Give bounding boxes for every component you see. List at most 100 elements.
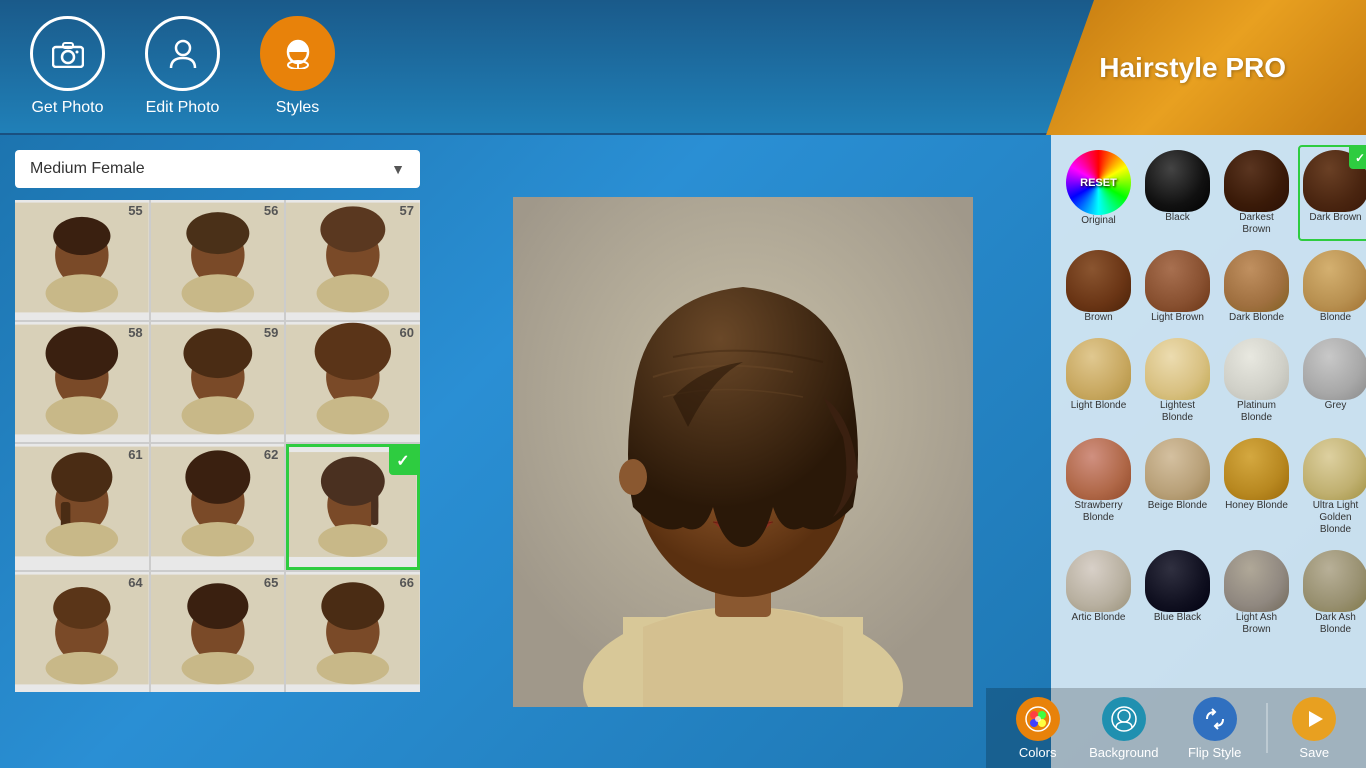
style-cell-60[interactable]: 60 bbox=[286, 322, 420, 442]
style-cell-62[interactable]: 62 bbox=[151, 444, 285, 570]
styles-panel: Medium Female ▼ 55 bbox=[0, 135, 435, 768]
nav-styles[interactable]: Styles bbox=[260, 16, 335, 117]
styles-grid: 55 56 57 bbox=[15, 200, 420, 692]
style-num-66: 66 bbox=[400, 575, 414, 590]
flip-style-label: Flip Style bbox=[1188, 745, 1241, 760]
swatch-label-platinum: Platinum Blonde bbox=[1224, 400, 1289, 424]
swatch-label-grey: Grey bbox=[1325, 400, 1347, 412]
save-label: Save bbox=[1299, 745, 1329, 760]
color-swatch-platinum[interactable]: Platinum Blonde bbox=[1219, 333, 1294, 429]
swatch-label-light-ash: Light Ash Brown bbox=[1224, 612, 1289, 636]
style-num-62: 62 bbox=[264, 447, 278, 462]
main-content: Medium Female ▼ 55 bbox=[0, 135, 1366, 768]
swatch-label-original: Original bbox=[1081, 215, 1115, 227]
style-num-64: 64 bbox=[128, 575, 142, 590]
colors-label: Colors bbox=[1019, 745, 1057, 760]
style-cell-58[interactable]: 58 bbox=[15, 322, 149, 442]
styles-label: Styles bbox=[276, 99, 320, 117]
style-cell-64[interactable]: 64 bbox=[15, 572, 149, 692]
style-num-59: 59 bbox=[264, 325, 278, 340]
color-swatch-brown[interactable]: Brown bbox=[1061, 245, 1136, 329]
color-swatch-original[interactable]: RESET Original bbox=[1061, 145, 1136, 241]
color-swatch-artic-blonde[interactable]: Artic Blonde bbox=[1061, 545, 1136, 641]
style-cell-55[interactable]: 55 bbox=[15, 200, 149, 320]
brand-title: Hairstyle PRO bbox=[1099, 52, 1286, 84]
reset-text: RESET bbox=[1080, 177, 1117, 189]
swatch-label-blonde: Blonde bbox=[1320, 312, 1351, 324]
color-swatch-darkest-brown[interactable]: Darkest Brown bbox=[1219, 145, 1294, 241]
bottom-bar: Colors Background Flip Style bbox=[986, 688, 1366, 768]
color-swatch-grey[interactable]: Grey bbox=[1298, 333, 1366, 429]
swatch-label-light-brown: Light Brown bbox=[1151, 312, 1204, 324]
color-swatch-dark-brown[interactable]: ✓ Dark Brown bbox=[1298, 145, 1366, 241]
swatch-label-blue-black: Blue Black bbox=[1154, 612, 1201, 624]
style-cell-63[interactable]: ✓ bbox=[286, 444, 420, 570]
color-swatch-lightest-blonde[interactable]: Lightest Blonde bbox=[1140, 333, 1215, 429]
camera-icon bbox=[30, 16, 105, 91]
style-num-65: 65 bbox=[264, 575, 278, 590]
background-icon bbox=[1102, 697, 1146, 741]
color-selected-check: ✓ bbox=[1349, 147, 1366, 169]
color-swatch-light-ash[interactable]: Light Ash Brown bbox=[1219, 545, 1294, 641]
action-background[interactable]: Background bbox=[1079, 692, 1168, 765]
color-swatch-blonde[interactable]: Blonde bbox=[1298, 245, 1366, 329]
color-swatch-dark-blonde[interactable]: Dark Blonde bbox=[1219, 245, 1294, 329]
dropdown-value: Medium Female bbox=[30, 160, 145, 178]
style-num-61: 61 bbox=[128, 447, 142, 462]
swatch-label-artic-blonde: Artic Blonde bbox=[1072, 612, 1126, 624]
swatch-label-brown: Brown bbox=[1084, 312, 1112, 324]
swatch-label-beige-blonde: Beige Blonde bbox=[1148, 500, 1208, 512]
color-swatch-strawberry[interactable]: Strawberry Blonde bbox=[1061, 433, 1136, 541]
divider bbox=[1266, 703, 1268, 753]
selected-checkmark: ✓ bbox=[389, 447, 417, 475]
save-icon bbox=[1292, 697, 1336, 741]
style-cell-65[interactable]: 65 bbox=[151, 572, 285, 692]
photo-panel bbox=[435, 135, 1051, 768]
action-save[interactable]: Save bbox=[1282, 692, 1346, 765]
style-cell-59[interactable]: 59 bbox=[151, 322, 285, 442]
style-cell-57[interactable]: 57 bbox=[286, 200, 420, 320]
color-swatch-blue-black[interactable]: Blue Black bbox=[1140, 545, 1215, 641]
swatch-label-honey: Honey Blonde bbox=[1225, 500, 1288, 512]
colors-panel: RESET Original Black Darkest Brown ✓ Dar… bbox=[1051, 135, 1366, 768]
swatch-label-strawberry: Strawberry Blonde bbox=[1066, 500, 1131, 524]
style-category-dropdown[interactable]: Medium Female ▼ bbox=[15, 150, 420, 188]
color-swatch-honey[interactable]: Honey Blonde bbox=[1219, 433, 1294, 541]
flip-icon bbox=[1193, 697, 1237, 741]
swatch-label-light-blonde: Light Blonde bbox=[1071, 400, 1127, 412]
brand-logo: Hairstyle PRO bbox=[1046, 0, 1366, 135]
style-num-56: 56 bbox=[264, 203, 278, 218]
style-cell-66[interactable]: 66 bbox=[286, 572, 420, 692]
dropdown-arrow-icon: ▼ bbox=[391, 161, 405, 177]
header: Get Photo Edit Photo Styles Hairstyle PR… bbox=[0, 0, 1366, 135]
person-icon bbox=[145, 16, 220, 91]
photo-frame bbox=[513, 197, 973, 707]
style-num-55: 55 bbox=[128, 203, 142, 218]
color-swatch-black[interactable]: Black bbox=[1140, 145, 1215, 241]
style-cell-61[interactable]: 61 bbox=[15, 444, 149, 570]
get-photo-label: Get Photo bbox=[31, 99, 103, 117]
nav-edit-photo[interactable]: Edit Photo bbox=[145, 16, 220, 117]
swatch-label-black: Black bbox=[1165, 212, 1189, 224]
colors-grid: RESET Original Black Darkest Brown ✓ Dar… bbox=[1061, 145, 1356, 641]
swatch-label-ultra-light-golden: Ultra Light Golden Blonde bbox=[1303, 500, 1366, 536]
swatch-label-dark-ash-blonde: Dark Ash Blonde bbox=[1303, 612, 1366, 636]
swatch-label-darkest-brown: Darkest Brown bbox=[1224, 212, 1289, 236]
color-swatch-ultra-light-golden[interactable]: Ultra Light Golden Blonde bbox=[1298, 433, 1366, 541]
style-num-58: 58 bbox=[128, 325, 142, 340]
action-flip-style[interactable]: Flip Style bbox=[1178, 692, 1251, 765]
edit-photo-label: Edit Photo bbox=[146, 99, 220, 117]
swatch-label-dark-blonde: Dark Blonde bbox=[1229, 312, 1284, 324]
swatch-label-lightest-blonde: Lightest Blonde bbox=[1145, 400, 1210, 424]
colors-icon bbox=[1016, 697, 1060, 741]
color-swatch-beige-blonde[interactable]: Beige Blonde bbox=[1140, 433, 1215, 541]
style-cell-56[interactable]: 56 bbox=[151, 200, 285, 320]
styles-icon bbox=[260, 16, 335, 91]
color-swatch-dark-ash-blonde[interactable]: Dark Ash Blonde bbox=[1298, 545, 1366, 641]
nav-get-photo[interactable]: Get Photo bbox=[30, 16, 105, 117]
color-swatch-light-brown[interactable]: Light Brown bbox=[1140, 245, 1215, 329]
action-colors[interactable]: Colors bbox=[1006, 692, 1070, 765]
background-label: Background bbox=[1089, 745, 1158, 760]
color-swatch-light-blonde[interactable]: Light Blonde bbox=[1061, 333, 1136, 429]
swatch-label-dark-brown: Dark Brown bbox=[1309, 212, 1361, 224]
